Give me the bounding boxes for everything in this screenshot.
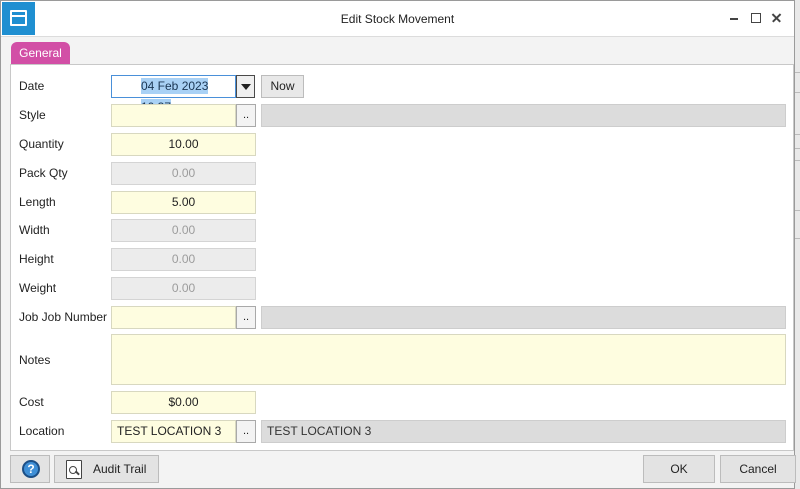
date-input[interactable]: 04 Feb 2023 10:37 xyxy=(111,75,236,115)
audit-trail-icon xyxy=(66,460,82,479)
maximize-icon[interactable] xyxy=(749,11,761,25)
chevron-down-icon[interactable] xyxy=(236,75,255,98)
help-button[interactable]: ? xyxy=(10,455,50,483)
close-icon[interactable] xyxy=(770,11,782,25)
window-title: Edit Stock Movement xyxy=(340,12,455,26)
ok-button[interactable]: OK xyxy=(643,455,715,483)
minimize-icon[interactable] xyxy=(728,11,740,25)
job-number-input[interactable] xyxy=(111,306,236,329)
help-icon: ? xyxy=(22,460,40,478)
style-lookup-button[interactable]: .. xyxy=(236,104,256,127)
quantity-label: Quantity xyxy=(19,137,64,151)
width-input: 0.00 xyxy=(111,219,256,242)
cost-input[interactable]: $0.00 xyxy=(111,391,256,414)
quantity-input[interactable]: 10.00 xyxy=(111,133,256,156)
height-label: Height xyxy=(19,252,54,266)
location-input[interactable]: TEST LOCATION 3 xyxy=(111,420,236,443)
title-bar: Edit Stock Movement xyxy=(1,1,794,37)
job-number-lookup-button[interactable]: .. xyxy=(236,306,256,329)
style-label: Style xyxy=(19,108,46,122)
window-controls xyxy=(728,11,782,25)
job-number-description xyxy=(261,306,786,329)
weight-label: Weight xyxy=(19,281,57,295)
job-number-label: Job Job Number xyxy=(19,310,108,324)
width-label: Width xyxy=(19,223,50,237)
cost-label: Cost xyxy=(19,395,44,409)
edit-stock-movement-dialog: Edit Stock Movement General Date 04 Feb … xyxy=(0,0,796,489)
audit-trail-label: Audit Trail xyxy=(93,462,147,476)
notes-label: Notes xyxy=(19,353,51,367)
pack-qty-input: 0.00 xyxy=(111,162,256,185)
weight-input: 0.00 xyxy=(111,277,256,300)
style-input[interactable] xyxy=(111,104,236,127)
style-description xyxy=(261,104,786,127)
length-label: Length xyxy=(19,195,56,209)
tab-general[interactable]: General xyxy=(11,42,70,64)
pack-qty-label: Pack Qty xyxy=(19,166,68,180)
length-input[interactable]: 5.00 xyxy=(111,191,256,214)
location-lookup-button[interactable]: .. xyxy=(236,420,256,443)
height-input: 0.00 xyxy=(111,248,256,271)
general-panel: Date 04 Feb 2023 10:37 Now Style .. Quan… xyxy=(10,64,794,451)
cancel-button[interactable]: Cancel xyxy=(720,455,796,483)
location-description: TEST LOCATION 3 xyxy=(261,420,786,443)
now-button[interactable]: Now xyxy=(261,75,304,98)
date-label: Date xyxy=(19,79,45,93)
location-label: Location xyxy=(19,424,65,438)
audit-trail-button[interactable]: Audit Trail xyxy=(54,455,159,483)
background-window-edge xyxy=(795,0,800,489)
notes-textarea[interactable] xyxy=(111,334,786,385)
